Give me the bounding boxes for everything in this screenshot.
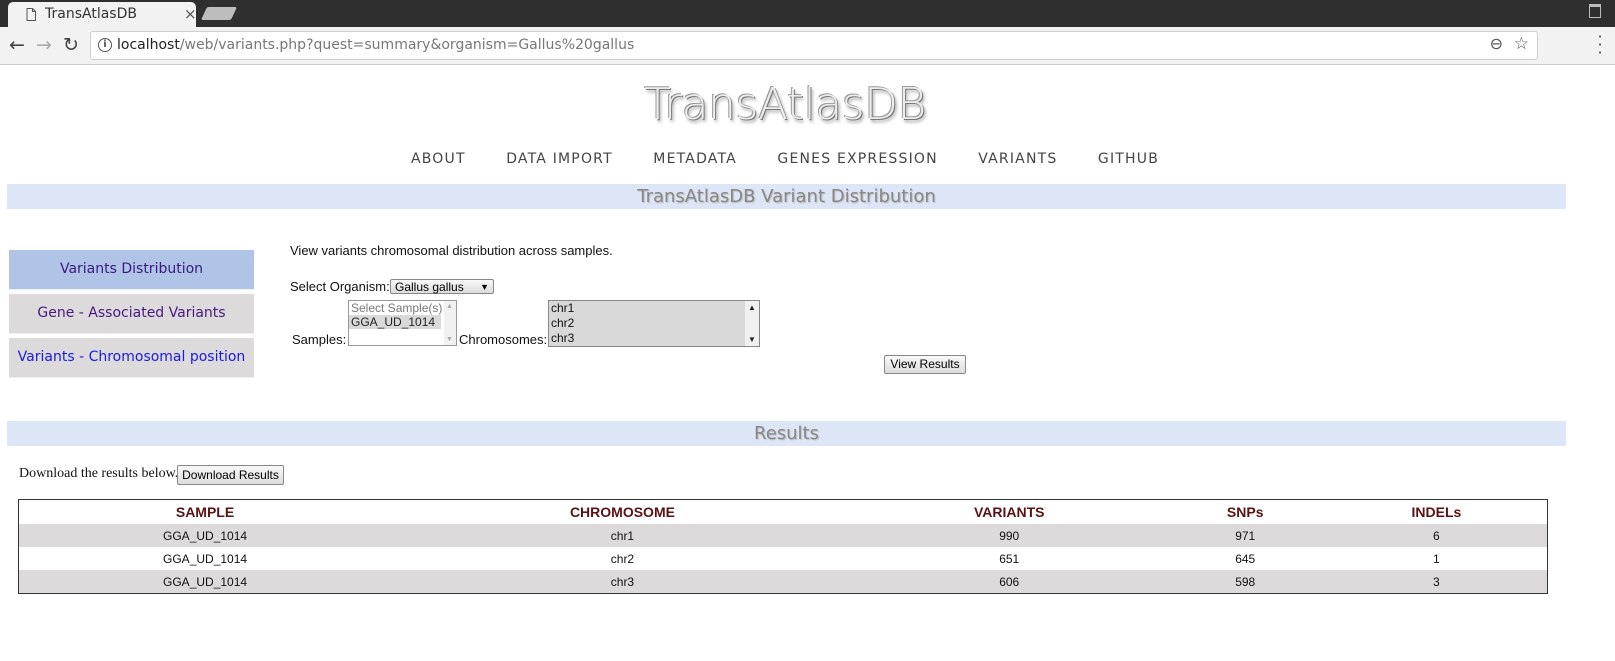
- tab-title: TransAtlasDB: [45, 6, 137, 22]
- column-header-chromosome: CHROMOSOME: [569, 504, 675, 520]
- cell-sample: GGA_UD_1014: [18, 570, 392, 594]
- cell-chromosome: chr1: [391, 524, 854, 547]
- table-row: GGA_UD_1014 chr3 606 598 3: [18, 570, 1548, 594]
- cell-variants: 990: [853, 524, 1165, 547]
- chromosomes-multiselect[interactable]: chr1 chr2 chr3 ▲ ▼: [548, 300, 760, 347]
- scroll-down-icon[interactable]: ▼: [446, 336, 453, 343]
- info-icon[interactable]: i: [98, 38, 112, 52]
- samples-placeholder-option[interactable]: Select Sample(s): [349, 301, 456, 315]
- cell-snps: 598: [1164, 570, 1326, 594]
- samples-multiselect[interactable]: Select Sample(s) GGA_UD_1014 ▲ ▼: [348, 300, 457, 346]
- zoom-icon[interactable]: ⊖: [1490, 34, 1503, 53]
- table-row: GGA_UD_1014 chr2 651 645 1: [18, 547, 1548, 570]
- scroll-up-icon[interactable]: ▲: [748, 303, 756, 312]
- nav-variants[interactable]: VARIANTS: [978, 151, 1057, 167]
- browser-toolbar: ← → ↻ i localhost/web/variants.php?quest…: [0, 27, 1615, 65]
- address-bar[interactable]: i localhost/web/variants.php?quest=summa…: [90, 31, 1538, 60]
- organism-select[interactable]: Gallus gallus ▼: [390, 279, 494, 294]
- bookmark-star-icon[interactable]: ☆: [1514, 34, 1529, 54]
- chromosome-option[interactable]: chr1: [549, 301, 759, 316]
- organism-label: Select Organism:: [290, 279, 390, 294]
- sidebar-item-gene-associated-variants[interactable]: Gene - Associated Variants: [9, 294, 254, 334]
- browser-titlebar: TransAtlasDB ×: [0, 0, 1615, 27]
- page-icon: [26, 8, 36, 21]
- samples-scrollbar[interactable]: ▲ ▼: [444, 301, 456, 345]
- back-arrow-icon[interactable]: ←: [5, 33, 29, 57]
- nav-github[interactable]: GITHUB: [1098, 151, 1159, 167]
- chromosomes-label: Chromosomes:: [459, 332, 548, 347]
- sample-option[interactable]: GGA_UD_1014: [349, 315, 441, 329]
- cell-indels: 6: [1325, 524, 1548, 547]
- nav-about[interactable]: ABOUT: [411, 151, 466, 167]
- cell-sample: GGA_UD_1014: [18, 547, 392, 570]
- chromosomes-scrollbar[interactable]: ▲ ▼: [745, 301, 759, 346]
- chromosome-option[interactable]: chr2: [549, 316, 759, 331]
- new-tab-button[interactable]: [200, 7, 238, 20]
- menu-icon[interactable]: · · ·: [1597, 29, 1603, 61]
- scroll-down-icon[interactable]: ▼: [748, 335, 756, 344]
- reload-icon[interactable]: ↻: [59, 33, 83, 57]
- forward-arrow-icon[interactable]: →: [32, 33, 56, 57]
- top-navigation: ABOUT DATA IMPORT METADATA GENES EXPRESS…: [0, 150, 1570, 168]
- table-row: GGA_UD_1014 chr1 990 971 6: [18, 524, 1548, 547]
- sidebar-item-variants-distribution[interactable]: Variants Distribution: [9, 250, 254, 290]
- window-restore-icon[interactable]: [1589, 4, 1601, 18]
- scroll-up-icon[interactable]: ▲: [446, 303, 453, 310]
- cell-snps: 971: [1164, 524, 1326, 547]
- browser-tab[interactable]: TransAtlasDB ×: [8, 2, 197, 27]
- intro-text: View variants chromosomal distribution a…: [290, 243, 613, 258]
- cell-sample: GGA_UD_1014: [18, 524, 392, 547]
- cell-chromosome: chr3: [391, 570, 854, 594]
- column-header-indels: INDELs: [1411, 504, 1462, 520]
- cell-indels: 1: [1325, 547, 1548, 570]
- download-text: Download the results below.: [19, 466, 179, 481]
- results-title: Results: [7, 421, 1566, 446]
- nav-metadata[interactable]: METADATA: [653, 151, 737, 167]
- cell-snps: 645: [1164, 547, 1326, 570]
- cell-indels: 3: [1325, 570, 1548, 594]
- site-title: TransAtlasDB: [644, 79, 926, 130]
- column-header-sample: SAMPLE: [175, 504, 235, 520]
- organism-value: Gallus gallus: [395, 280, 464, 294]
- view-results-button[interactable]: View Results: [884, 355, 966, 374]
- nav-data-import[interactable]: DATA IMPORT: [506, 151, 613, 167]
- samples-label: Samples:: [292, 332, 347, 347]
- section-title: TransAtlasDB Variant Distribution: [7, 184, 1566, 209]
- results-table: SAMPLE CHROMOSOME VARIANTS SNPs INDELs G…: [18, 499, 1548, 594]
- close-tab-icon[interactable]: ×: [184, 5, 197, 23]
- cell-variants: 606: [853, 570, 1165, 594]
- download-results-button[interactable]: Download Results: [177, 465, 284, 485]
- cell-chromosome: chr2: [391, 547, 854, 570]
- chromosome-option[interactable]: chr3: [549, 331, 759, 346]
- table-header-row: SAMPLE CHROMOSOME VARIANTS SNPs INDELs: [19, 500, 1548, 525]
- column-header-variants: VARIANTS: [973, 504, 1045, 520]
- nav-genes-expression[interactable]: GENES EXPRESSION: [777, 151, 937, 167]
- dropdown-arrow-icon: ▼: [480, 282, 489, 292]
- sidebar-item-chromosomal-position[interactable]: Variants - Chromosomal position: [9, 338, 254, 378]
- column-header-snps: SNPs: [1226, 504, 1264, 520]
- cell-variants: 651: [853, 547, 1165, 570]
- url-text[interactable]: localhost/web/variants.php?quest=summary…: [117, 37, 634, 53]
